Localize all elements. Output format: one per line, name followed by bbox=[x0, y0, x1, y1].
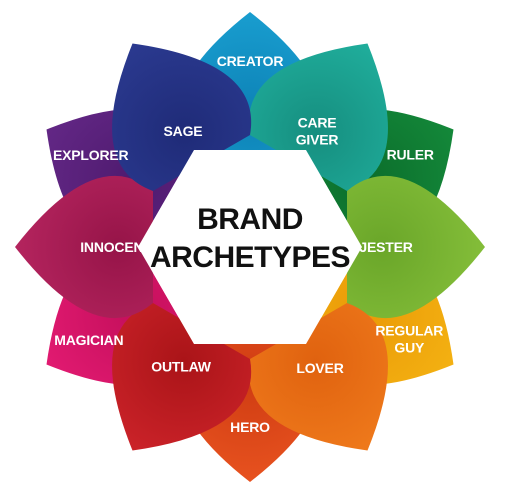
label-lover: LOVER bbox=[296, 360, 343, 376]
label-outlaw: OUTLAW bbox=[151, 359, 211, 375]
label-regular-guy-line-2: GUY bbox=[394, 340, 425, 356]
label-creator: CREATOR bbox=[217, 53, 284, 69]
label-magician: MAGICIAN bbox=[54, 332, 123, 348]
label-innocent: INNOCENT bbox=[80, 239, 152, 255]
label-ruler: RULER bbox=[387, 147, 434, 163]
brand-archetypes-diagram: CREATOR CARE GIVER RULER JESTER REGULAR GUY LOV… bbox=[0, 0, 510, 491]
center-title-line-2: ARCHETYPES bbox=[150, 241, 350, 274]
label-care-giver-line-1: CARE bbox=[298, 115, 337, 131]
center-title-line-1: BRAND bbox=[197, 203, 303, 236]
label-hero: HERO bbox=[230, 419, 270, 435]
label-jester: JESTER bbox=[359, 239, 412, 255]
label-regular-guy-line-1: REGULAR bbox=[375, 323, 443, 339]
label-explorer: EXPLORER bbox=[53, 147, 129, 163]
archetype-wheel: CREATOR CAREGIVER RULER JESTER REGULARGUY LOV… bbox=[15, 12, 485, 482]
label-care-giver-line-2: GIVER bbox=[296, 132, 339, 148]
label-sage: SAGE bbox=[164, 123, 203, 139]
